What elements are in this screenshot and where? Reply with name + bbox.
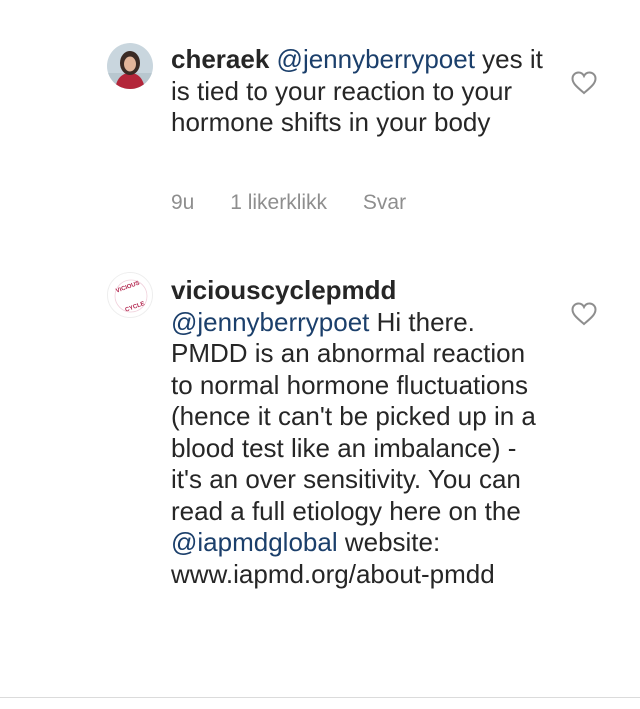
avatar[interactable] [107,43,153,89]
comment-age: 9u [171,191,195,214]
heart-outline-icon[interactable] [571,71,597,95]
comment-body: Hi there. PMDD is an abnormal reaction t… [171,306,536,526]
reply-button[interactable]: Svar [363,191,406,214]
profile-photo-icon [107,43,153,89]
comment-meta: 9u 1 likerklikk Svar [171,191,436,215]
divider [0,697,640,698]
username[interactable]: cheraek [171,44,269,74]
mention-link[interactable]: @jennyberrypoet [171,307,369,337]
mention-link-iapmdglobal[interactable]: @iapmdglobal [171,527,338,557]
like-count[interactable]: 1 likerklikk [230,191,327,214]
heart-outline-icon[interactable] [571,302,597,326]
avatar[interactable]: VICIOUS CYCLE [107,272,153,318]
username[interactable]: viciouscyclepmdd [171,275,396,305]
vicious-cycle-logo-icon: VICIOUS CYCLE [108,273,152,317]
comment-text: viciouscyclepmdd @jennyberrypoet Hi ther… [171,275,551,590]
comment-text: cheraek @jennyberrypoet yes it is tied t… [171,44,551,139]
mention-link[interactable]: @jennyberrypoet [277,44,475,74]
